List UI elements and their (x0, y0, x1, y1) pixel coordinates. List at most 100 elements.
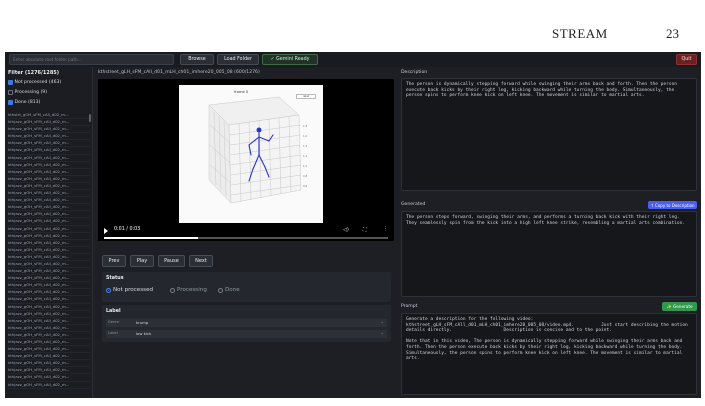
generate-button[interactable]: ✨ Generate (662, 302, 697, 311)
file-list-item[interactable]: kthjazz_gOH_sFM_cAll_d02_m... (8, 197, 90, 205)
radio-label: Processing (177, 287, 207, 293)
file-list-item[interactable]: kthjazz_gOH_sFM_cAll_d02_m... (8, 261, 90, 269)
file-list-item[interactable]: kthstrt_gOH_sFM_cAll_d02_m... (8, 112, 90, 120)
file-list-item[interactable]: kthjazz_gOH_sFM_cAll_d02_m... (8, 268, 90, 276)
file-list-item[interactable]: kthjazz_gOH_sFM_cAll_d02_m... (8, 169, 90, 176)
file-list-item[interactable]: kthjazz_gOH_sFM_cAll_d02_m... (8, 353, 90, 361)
status-radio-done[interactable]: Done (218, 287, 240, 293)
video-title: kthstreet_gLH_sFM_cAll_d01_mLH_ch01_imhe… (98, 70, 260, 75)
status-radio-processing[interactable]: Processing (170, 287, 207, 293)
prompt-textarea[interactable]: Generate a description for the following… (401, 313, 697, 395)
label-title: Label (106, 309, 121, 314)
checkbox-icon[interactable] (8, 90, 13, 95)
svg-text:1.0: 1.0 (303, 164, 307, 168)
file-list-item[interactable]: kthjazz_gOH_sFM_cAll_d02_m... (8, 374, 90, 382)
label-panel: Label Genre krump ⌄ Label low kick ⌄ (102, 305, 391, 342)
file-list-item[interactable]: kthjazz_gOH_sFM_cAll_d02_m... (8, 218, 90, 226)
file-list-item[interactable]: kthjazz_gOH_sFM_cAll_d02_m... (8, 282, 90, 290)
file-list-item[interactable]: kthjazz_gOH_sFM_cAll_d02_m... (8, 155, 90, 162)
file-list[interactable]: kthstrt_gOH_sFM_cAll_d02_m... kthjazz_gOH… (8, 112, 90, 398)
file-list-item[interactable]: kthjazz_gOH_sFM_cAll_d02_m... (8, 240, 90, 247)
file-list-item[interactable]: kthjazz_gOH_sFM_cAll_d02_m... (8, 318, 90, 325)
file-list-item[interactable]: kthjazz_gOH_sFM_cAll_d02_m... (8, 289, 90, 297)
paper-header: STREAM 23 (0, 0, 705, 52)
file-list-item[interactable]: kthjazz_gOH_sFM_cAll_d02_m... (8, 360, 90, 368)
volume-icon[interactable]: ◁) (343, 227, 349, 233)
video-time: 0:01 / 0:03 (114, 227, 141, 232)
file-list-item[interactable]: kthjazz_gOH_sFM_cAll_d02_m... (8, 119, 90, 127)
prompt-label: Prompt (401, 304, 418, 309)
svg-text:0.8: 0.8 (303, 174, 307, 178)
file-list-item[interactable]: kthjazz_gOH_sFM_cAll_d02_m... (8, 247, 90, 254)
generated-label: Generated (401, 202, 426, 207)
file-list-item[interactable]: kthjazz_gOH_sFM_cAll_d02_m... (8, 126, 90, 134)
svg-text:1.2: 1.2 (303, 154, 307, 158)
checkbox-icon[interactable] (8, 80, 13, 85)
file-list-item[interactable]: kthjazz_gOH_sFM_cAll_d02_m... (8, 233, 90, 240)
filter-title: Filter (1276/1285) (8, 70, 60, 76)
sidebar: Filter (1276/1285) Not processed (463) P… (5, 67, 93, 398)
genre-value: krump (136, 320, 149, 325)
fullscreen-icon[interactable]: ⛶ (363, 227, 367, 233)
root-path-input[interactable] (9, 54, 174, 65)
filter-not-processed[interactable]: Not processed (463) (8, 80, 61, 85)
svg-text:1.6: 1.6 (303, 134, 307, 138)
file-list-item[interactable]: kthjazz_gOH_sFM_cAll_d02_m... (8, 346, 90, 354)
browse-button[interactable]: Browse (180, 54, 214, 65)
label-key: Label (108, 331, 118, 335)
prev-button[interactable]: Prev (102, 255, 126, 267)
top-toolbar: Browse Load Folder ✓ Gemini Ready Quit (5, 52, 701, 67)
svg-text:1.4: 1.4 (303, 144, 307, 148)
filter-done[interactable]: Done (813) (8, 100, 40, 105)
load-folder-button[interactable]: Load Folder (217, 54, 259, 65)
description-textarea[interactable]: The person is dynamically stepping forwa… (401, 78, 697, 191)
file-list-item[interactable]: kthjazz_gOH_sFM_cAll_d02_m... (8, 367, 90, 375)
file-list-item[interactable]: kthjazz_gOH_sFM_cAll_d02_m... (8, 325, 90, 332)
file-list-item[interactable]: kthjazz_gOH_sFM_cAll_d02_m... (8, 133, 90, 141)
video-progress-bar[interactable] (104, 237, 388, 239)
video-player[interactable]: frame 0 label 1.8 1.6 1.4 1.2 1.0 0.8 0.… (98, 79, 394, 241)
chevron-down-icon: ⌄ (380, 330, 384, 335)
file-list-item[interactable]: kthjazz_gOH_sFM_cAll_d02_m... (8, 226, 90, 233)
checkbox-icon[interactable] (8, 100, 13, 105)
radio-icon[interactable] (170, 287, 175, 293)
next-button[interactable]: Next (189, 255, 213, 267)
radio-selected-icon[interactable] (106, 287, 111, 293)
file-list-item[interactable]: kthjazz_gOH_sFM_cAll_d02_m... (8, 254, 90, 261)
filter-processing[interactable]: Processing (9) (8, 90, 47, 95)
file-list-item[interactable]: kthjazz_gOH_sFM_cAll_d02_m... (8, 204, 90, 212)
file-list-item[interactable]: kthjazz_gOH_sFM_cAll_d02_m... (8, 296, 90, 304)
status-radio-not-processed[interactable]: Not processed (106, 287, 153, 293)
file-list-item[interactable]: kthjazz_gOH_sFM_cAll_d02_m... (8, 162, 90, 169)
paper-running-title: STREAM (552, 26, 608, 41)
pause-button[interactable]: Pause (158, 255, 185, 267)
skeleton-plot: frame 0 label 1.8 1.6 1.4 1.2 1.0 0.8 0.… (179, 85, 323, 223)
file-list-item[interactable]: kthjazz_gOH_sFM_cAll_d02_m... (8, 211, 90, 219)
radio-label: Done (225, 287, 240, 293)
gemini-status-button[interactable]: ✓ Gemini Ready (262, 54, 318, 65)
file-list-item[interactable]: kthjazz_gOH_sFM_cAll_d02_m... (8, 332, 90, 339)
file-list-item[interactable]: kthjazz_gOH_sFM_cAll_d02_m... (8, 147, 90, 155)
play-icon[interactable] (104, 228, 108, 234)
file-list-item[interactable]: kthjazz_gOH_sFM_cAll_d02_m... (8, 183, 90, 191)
file-list-item[interactable]: kthjazz_gOH_sFM_cAll_d02_m... (8, 176, 90, 183)
genre-select[interactable]: Genre krump ⌄ (106, 319, 387, 327)
generated-textarea[interactable]: The person steps forward, swinging their… (401, 211, 697, 297)
play-button[interactable]: Play (130, 255, 154, 267)
file-list-item[interactable]: kthjazz_gOH_sFM_cAll_d02_m... (8, 339, 90, 347)
quit-button[interactable]: Quit (676, 54, 697, 65)
label-select[interactable]: Label low kick ⌄ (106, 330, 387, 338)
file-list-item[interactable]: kthjazz_gOH_sFM_cAll_d02_m... (8, 275, 90, 283)
file-list-item[interactable]: kthjazz_gOH_sFM_cAll_d02_m... (8, 190, 90, 198)
file-list-item[interactable]: kthjazz_gOH_sFM_cAll_d02_m... (8, 311, 90, 318)
file-list-scrollbar[interactable] (89, 114, 91, 122)
more-icon[interactable]: ⋮ (383, 226, 389, 232)
filter-label: Done (813) (14, 100, 41, 105)
file-list-item[interactable]: kthjazz_gOH_sFM_cAll_d02_m... (8, 140, 90, 148)
genre-key: Genre (108, 320, 119, 324)
radio-label: Not processed (113, 287, 154, 293)
copy-to-description-button[interactable]: ↑ Copy to Description (648, 201, 697, 209)
radio-icon[interactable] (218, 287, 223, 293)
file-list-item[interactable]: kthjazz_gOH_sFM_cAll_d02_m... (8, 382, 90, 389)
file-list-item[interactable]: kthjazz_gOH_sFM_cAll_d02_m... (8, 304, 90, 311)
